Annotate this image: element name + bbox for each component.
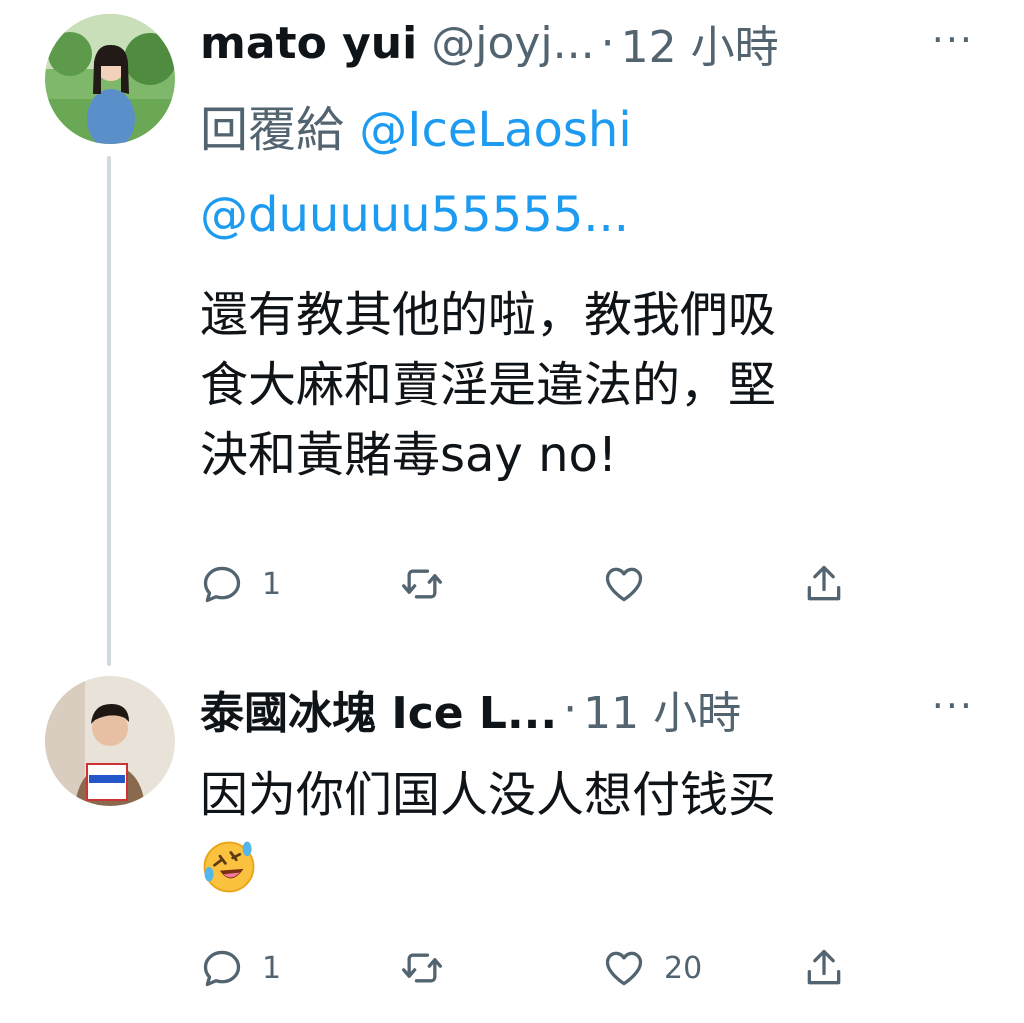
reply-prefix: 回覆給 [200, 102, 345, 158]
avatar[interactable] [45, 14, 175, 144]
retweet-button[interactable] [400, 562, 462, 606]
reply-icon [203, 566, 241, 603]
like-icon [605, 951, 643, 986]
tweet-text: 還有教其他的啦，教我們吸 食大麻和賣淫是違法的，堅 決和黃賭毒say no! [200, 280, 970, 490]
tweet-text-line: 還有教其他的啦，教我們吸 [200, 287, 777, 343]
tweet-text-line: 食大麻和賣淫是違法的，堅 [200, 357, 777, 413]
tweet-header: mato yui @joyj... · 12 小時 [200, 8, 779, 78]
like-button[interactable]: 20 [602, 946, 702, 990]
replying-to-continued: @duuuuu55555... [200, 175, 629, 255]
replying-to: 回覆給 @IceLaoshi [200, 90, 632, 170]
share-icon [807, 565, 841, 601]
tweet-text-line [200, 830, 970, 904]
tweet-header: 泰國冰塊 Ice L... · 11 小時 [200, 674, 741, 744]
share-button[interactable] [802, 562, 846, 606]
reply-count: 1 [262, 566, 282, 602]
rolling-on-floor-laughing-icon [203, 841, 255, 893]
share-button[interactable] [802, 946, 846, 990]
more-options-icon[interactable]: ··· [932, 18, 974, 62]
share-icon [807, 949, 841, 985]
action-bar: 1 20 [200, 946, 860, 996]
tweet-text: 因为你们国人没人想付钱买 [200, 760, 970, 904]
reply-count: 1 [262, 950, 282, 986]
timestamp[interactable]: 11 小時 [583, 677, 741, 741]
reply-icon [203, 950, 241, 987]
thread-line [107, 156, 111, 666]
like-button[interactable] [602, 562, 664, 606]
separator: · [563, 683, 578, 735]
reply-button[interactable]: 1 [200, 946, 281, 990]
display-name[interactable]: mato yui [200, 18, 417, 69]
reply-button[interactable]: 1 [200, 562, 281, 606]
timestamp[interactable]: 12 小時 [621, 11, 779, 75]
like-icon [605, 567, 643, 602]
avatar[interactable] [45, 676, 175, 806]
action-bar: 1 [200, 562, 860, 612]
retweet-icon [402, 569, 442, 599]
more-options-icon[interactable]: ··· [932, 684, 974, 728]
display-name[interactable]: 泰國冰塊 Ice L... [200, 677, 557, 741]
user-handle[interactable]: @joyj... [431, 18, 594, 69]
retweet-button[interactable] [400, 946, 462, 990]
retweet-icon [402, 953, 442, 983]
separator: · [600, 17, 615, 69]
tweet-text-line: 決和黃賭毒say no! [200, 427, 618, 483]
like-count: 20 [664, 950, 703, 986]
mention-link[interactable]: @duuuuu55555... [200, 187, 629, 243]
mention-link[interactable]: @IceLaoshi [359, 102, 631, 158]
tweet-text-line: 因为你们国人没人想付钱买 [200, 767, 777, 823]
